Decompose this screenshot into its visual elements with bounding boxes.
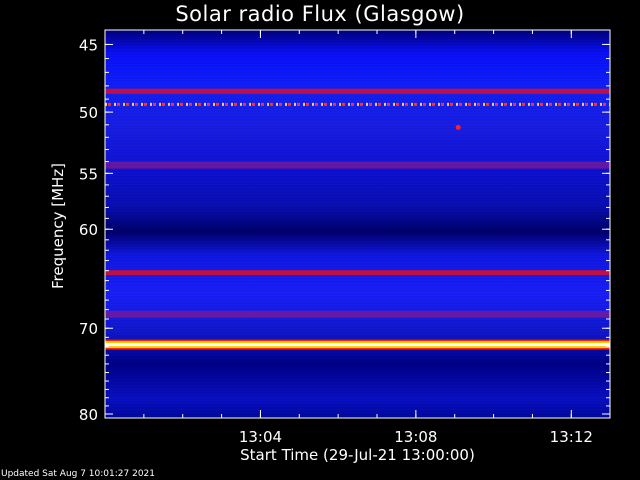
- y-tick-label: 50: [79, 104, 98, 122]
- emission-band: [105, 270, 610, 276]
- x-axis-label: Start Time (29-Jul-21 13:00:00): [240, 446, 475, 464]
- emission-band: [105, 88, 610, 94]
- y-tick-label: 55: [79, 165, 98, 183]
- emission-band-peak: [105, 343, 610, 347]
- spectrogram-chart: 45 50 55 60 70 80 13:04 13:08 13:12: [79, 29, 611, 446]
- y-tick-label: 80: [79, 406, 98, 424]
- x-tick-label: 13:04: [239, 428, 282, 446]
- y-axis-label: Frequency [MHz]: [49, 162, 67, 290]
- emission-band: [105, 161, 610, 169]
- x-tick-label: 13:12: [550, 428, 593, 446]
- plot-area: [105, 29, 610, 418]
- updated-timestamp: Updated Sat Aug 7 10:01:27 2021: [1, 469, 155, 479]
- y-tick-label: 60: [79, 221, 98, 239]
- x-tick-label: 13:08: [394, 428, 437, 446]
- y-tick-label: 45: [79, 36, 98, 54]
- y-tick-label: 70: [79, 320, 98, 338]
- burst-spot: [455, 124, 461, 130]
- emission-band: [105, 310, 610, 318]
